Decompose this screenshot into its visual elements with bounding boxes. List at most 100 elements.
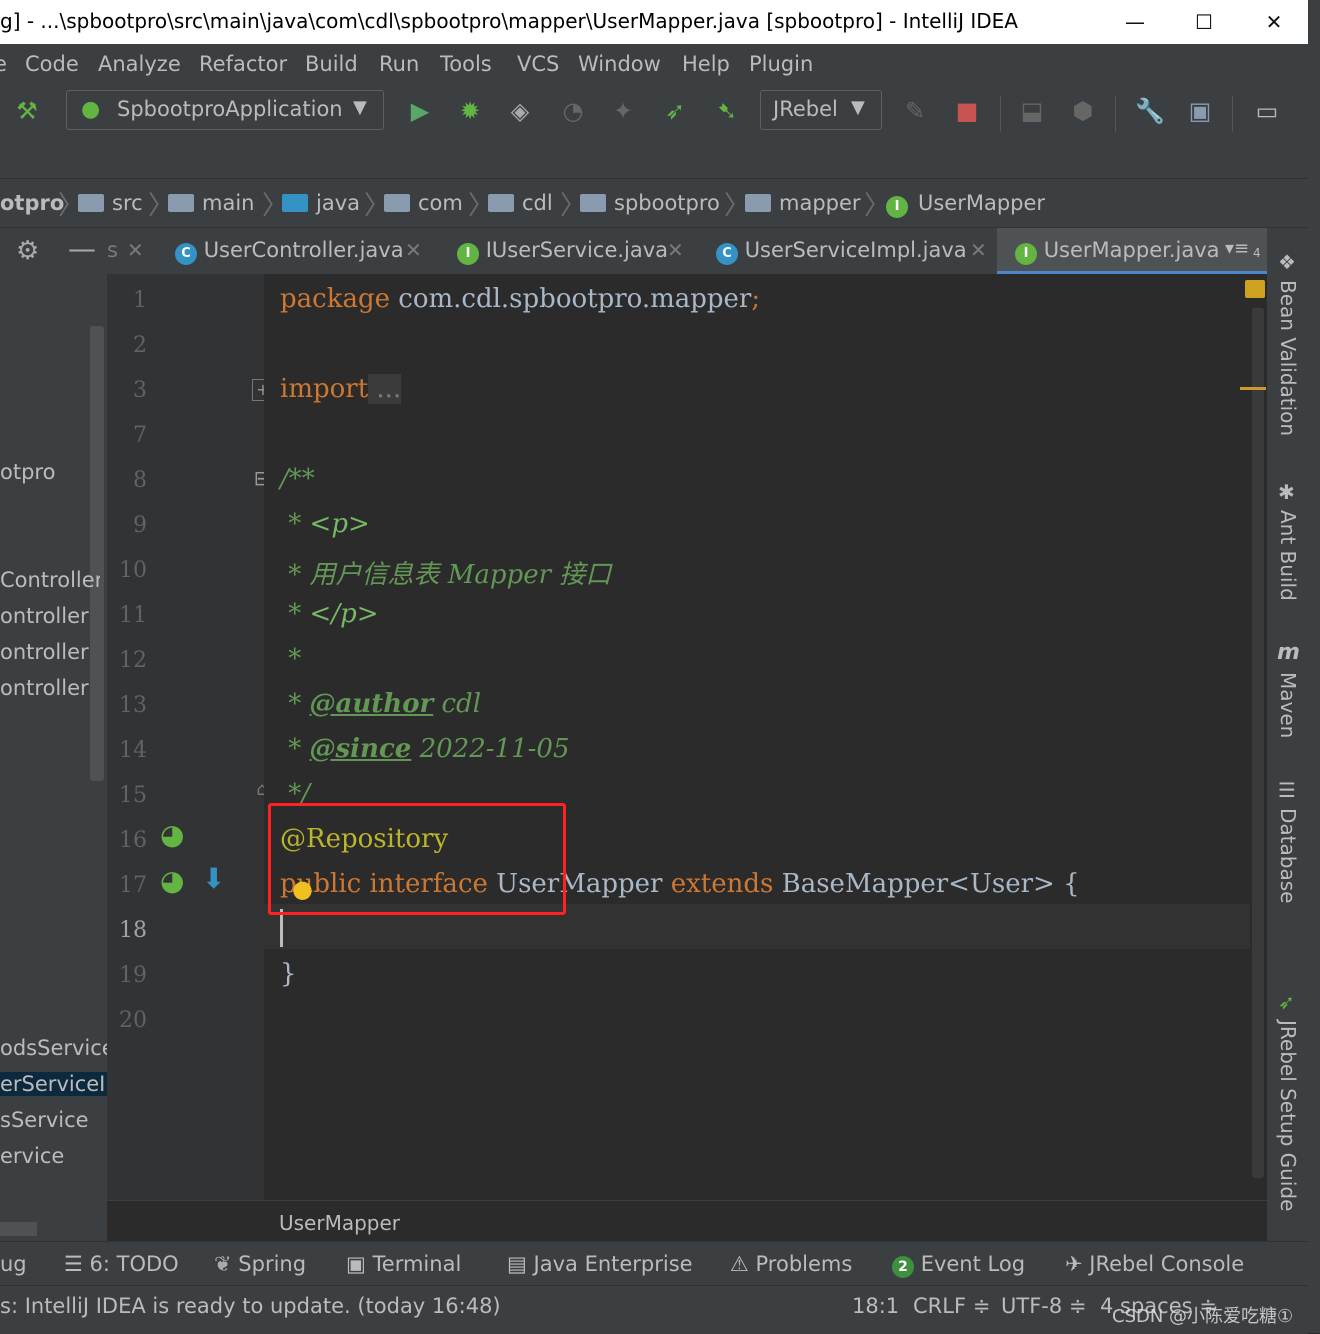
crumb-usermapper[interactable]: I UserMapper: [886, 191, 1045, 218]
horizontal-scrollbar[interactable]: [0, 1222, 37, 1236]
jrebel-dropdown[interactable]: JRebel ▼: [760, 90, 882, 130]
project-structure-icon[interactable]: ▣: [1185, 96, 1215, 126]
folded-imports[interactable]: ...: [368, 374, 402, 404]
commit-icon[interactable]: ⬓: [1017, 96, 1047, 126]
tab-list-icon[interactable]: ▾≡: [1225, 238, 1249, 259]
menu-run[interactable]: Run: [379, 52, 419, 76]
warning-indicator-icon[interactable]: [1245, 280, 1265, 298]
maximize-button[interactable]: ☐: [1182, 6, 1226, 38]
update-project-icon[interactable]: ⬢: [1068, 96, 1098, 126]
caret-position[interactable]: 18:1: [852, 1294, 899, 1318]
code-line-8: /**: [280, 464, 315, 494]
structure-crumb[interactable]: UserMapper: [279, 1211, 400, 1235]
tab-label: I IUserService.java: [457, 238, 668, 265]
tool-bean-validation[interactable]: Bean Validation: [1276, 280, 1300, 436]
tree-item-controller[interactable]: Controller: [0, 568, 100, 592]
run-config-dropdown[interactable]: ● SpbootproApplication ▼: [66, 90, 384, 130]
tree-item-service[interactable]: ervice: [0, 1144, 107, 1168]
debug-bug-icon[interactable]: ✹: [455, 96, 485, 126]
close-icon[interactable]: ✕: [127, 238, 144, 262]
line-number: 12: [119, 648, 147, 673]
tree-item-service[interactable]: odsServiceI: [0, 1036, 107, 1060]
crumb-java[interactable]: java: [282, 191, 360, 215]
gear-icon[interactable]: ⚙: [16, 236, 39, 266]
jrebel-run-icon[interactable]: ➶: [660, 96, 690, 126]
tree-item-service[interactable]: sService: [0, 1108, 107, 1132]
tree-item-service-selected[interactable]: erServiceIm: [0, 1072, 107, 1096]
crumb-main[interactable]: main: [168, 191, 254, 215]
line-separator[interactable]: CRLF ≑: [913, 1294, 990, 1318]
menu-plugin[interactable]: Plugin: [749, 52, 813, 76]
tree-item-controller[interactable]: ontroller: [0, 604, 90, 628]
tool-terminal[interactable]: ▣ Terminal: [346, 1252, 461, 1276]
tab-userserviceimpl[interactable]: C UserServiceImpl.java ✕: [712, 228, 992, 274]
crumb-mapper[interactable]: mapper: [745, 191, 861, 215]
warning-icon: ⚠: [730, 1252, 756, 1276]
crumb-com[interactable]: com: [384, 191, 463, 215]
profile-icon[interactable]: ◔: [558, 96, 588, 126]
minimize-button[interactable]: —: [1113, 6, 1157, 38]
menu-help[interactable]: Help: [682, 52, 730, 76]
tab-hidden[interactable]: s ✕: [107, 228, 151, 274]
tab-usermapper-active[interactable]: I UserMapper.java ▾≡ 4: [997, 228, 1267, 274]
scroll-thumb[interactable]: [1252, 308, 1264, 1178]
code-line-10: * 用户信息表 Mapper 接口: [280, 560, 612, 590]
editor-breadcrumb: UserMapper: [107, 1200, 1267, 1242]
tool-jrebel-setup[interactable]: JRebel Setup Guide: [1276, 1020, 1300, 1211]
tool-event-log[interactable]: 2 Event Log: [892, 1252, 1025, 1278]
tool-label: Event Log: [920, 1252, 1026, 1276]
warning-marker[interactable]: [1240, 387, 1266, 390]
crumb-cdl[interactable]: cdl: [488, 191, 553, 215]
interface-icon: I: [1015, 243, 1037, 265]
rerun-icon[interactable]: ✎: [900, 96, 930, 126]
jrebel-debug-icon[interactable]: ➷: [712, 96, 742, 126]
crumb-label: java: [316, 191, 360, 215]
crumb-spbootpro[interactable]: spbootpro: [580, 191, 720, 215]
file-encoding[interactable]: UTF-8 ≑: [1001, 1294, 1087, 1318]
close-icon[interactable]: ✕: [667, 238, 684, 262]
tree-item-controller[interactable]: ontroller: [0, 640, 90, 664]
menu-build[interactable]: Build: [305, 52, 358, 76]
tree-item-controller[interactable]: ontroller: [0, 676, 90, 700]
editor-scrollbar[interactable]: [1250, 274, 1267, 1200]
tool-ant-build[interactable]: Ant Build: [1276, 510, 1300, 601]
tab-iuserservice[interactable]: I IUserService.java ✕: [451, 228, 691, 274]
tree-scrollbar[interactable]: [90, 326, 104, 781]
tool-database[interactable]: Database: [1276, 808, 1300, 903]
keyword: import: [280, 374, 369, 404]
tree-item-project[interactable]: otpro: [0, 460, 90, 484]
menu-vcs[interactable]: VCS: [517, 52, 559, 76]
tool-spring[interactable]: ❦ Spring: [214, 1252, 306, 1276]
spring-bean-gutter-icon[interactable]: ◕: [160, 864, 184, 897]
close-icon[interactable]: ✕: [970, 238, 987, 262]
close-icon[interactable]: ✕: [405, 238, 422, 262]
crumb-project[interactable]: otpro: [0, 191, 64, 215]
tool-java-enterprise[interactable]: ▤ Java Enterprise: [507, 1252, 693, 1276]
close-button[interactable]: ✕: [1252, 6, 1296, 38]
menu-tools[interactable]: Tools: [440, 52, 492, 76]
presentation-icon[interactable]: ▭: [1252, 96, 1282, 126]
crumb-src[interactable]: src: [78, 191, 143, 215]
stop-icon[interactable]: ■: [952, 96, 982, 126]
menu-refactor[interactable]: Refactor: [199, 52, 287, 76]
settings-wrench-icon[interactable]: 🔧: [1135, 96, 1165, 126]
menu-analyze[interactable]: Analyze: [98, 52, 181, 76]
tool-debug[interactable]: ug: [0, 1252, 27, 1276]
hide-panel-icon[interactable]: —: [68, 232, 96, 265]
implemented-arrow-icon[interactable]: ⬇: [202, 862, 225, 895]
tool-jrebel-console[interactable]: ✈ JRebel Console: [1065, 1252, 1244, 1276]
tool-todo[interactable]: ☰ 6: TODO: [64, 1252, 179, 1276]
interface-icon: I: [886, 196, 908, 218]
tool-maven[interactable]: Maven: [1276, 672, 1300, 738]
menu-code[interactable]: Code: [25, 52, 79, 76]
coverage-shield-icon[interactable]: ◈: [505, 96, 535, 126]
run-icon[interactable]: ▶: [405, 96, 435, 126]
attach-debugger-icon[interactable]: ✦: [608, 96, 638, 126]
menu-window[interactable]: Window: [578, 52, 661, 76]
menu-file[interactable]: e: [0, 52, 7, 76]
status-message[interactable]: s: IntelliJ IDEA is ready to update. (to…: [0, 1294, 501, 1318]
tab-usercontroller[interactable]: C UserController.java ✕: [169, 228, 429, 274]
build-hammer-icon[interactable]: ⚒: [12, 96, 42, 126]
tool-problems[interactable]: ⚠ Problems: [730, 1252, 852, 1276]
spring-bean-gutter-icon[interactable]: ◕: [160, 818, 184, 851]
